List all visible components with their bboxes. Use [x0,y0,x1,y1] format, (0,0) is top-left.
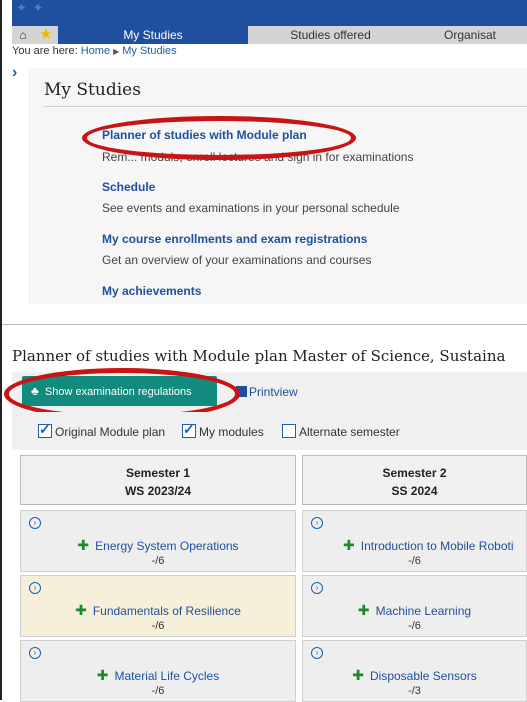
show-exam-label: Show examination regulations [44,386,192,398]
expand-circle-icon[interactable]: › [29,582,41,594]
expand-circle-icon[interactable]: › [311,517,323,529]
link-schedule[interactable]: Schedule [102,180,155,194]
tab-my-studies[interactable]: My Studies [58,26,248,44]
breadcrumb-home[interactable]: Home [81,45,110,57]
page-left-border [0,0,2,700]
module-card[interactable]: › ✚ Material Life Cycles -/6 [20,640,296,702]
title-divider [44,106,527,107]
puzzle-icon: ✚ [77,537,90,553]
module-credits: -/6 [408,555,421,567]
expand-circle-icon[interactable]: › [29,647,41,659]
tab-organisation[interactable]: Organisat [413,26,527,44]
puzzle-icon: ✚ [343,537,355,553]
breadcrumb-separator-icon: ▶ [113,47,120,56]
main-nav-tabs: ⌂ ★ My Studies Studies offered Organisat [12,26,527,44]
breadcrumb-prefix: You are here: [12,45,78,57]
module-name[interactable]: ✚ Energy System Operations [21,537,295,554]
puzzle-icon: ✚ [96,667,109,683]
breadcrumb-my-studies[interactable]: My Studies [122,45,176,57]
module-name[interactable]: ✚ Material Life Cycles [21,667,295,684]
expand-circle-icon[interactable]: › [29,517,41,529]
module-name[interactable]: ✚ Introduction to Mobile Roboti [303,537,526,554]
banner-decoration: ✦ ✦ [16,0,45,15]
hierarchy-icon: ♣ [31,384,39,398]
section-divider [2,324,527,325]
printview-label: Printview [249,385,298,399]
checkbox-box-checked[interactable] [182,421,196,438]
top-banner: ✦ ✦ [12,0,527,26]
star-icon[interactable]: ★ [34,26,58,44]
checkbox-label: Original Module plan [55,425,166,439]
link-my-achievements[interactable]: My achievements [102,284,201,298]
checkbox-label: Alternate semester [299,425,400,439]
show-examination-regulations-button[interactable]: ♣ Show examination regulations [22,376,217,406]
semester-term: SS 2024 [391,484,438,498]
tab-studies-offered[interactable]: Studies offered [248,26,413,44]
panel-title: My Studies [44,80,141,100]
desc-planner-of-studies: Rem... moduls, enroll lectures and sign … [102,150,414,164]
expand-circle-icon[interactable]: › [311,582,323,594]
planner-title: Planner of studies with Module plan Mast… [12,347,506,365]
semester-name: Semester 2 [382,466,447,480]
semester-name: Semester 1 [125,466,191,480]
module-credits: -/3 [408,685,421,697]
module-card[interactable]: › ✚ Fundamentals of Resilience -/6 [20,575,296,637]
printer-icon [236,386,247,397]
module-credits: -/6 [151,620,165,632]
module-name[interactable]: ✚ Disposable Sensors [303,667,526,684]
module-card[interactable]: › ✚ Introduction to Mobile Roboti -/6 [302,510,527,572]
link-course-enrollments[interactable]: My course enrollments and exam registrat… [102,232,367,246]
puzzle-icon: ✚ [352,667,364,683]
module-name[interactable]: ✚ Fundamentals of Resilience [21,602,295,619]
semester-header-2: Semester 2 SS 2024 [302,455,527,505]
module-credits: -/6 [151,555,165,567]
semester-header-1: Semester 1 WS 2023/24 [20,455,296,505]
checkbox-alternate-semester[interactable]: Alternate semester [282,424,400,439]
checkbox-box-checked[interactable] [38,421,52,438]
module-credits: -/6 [408,620,421,632]
puzzle-icon: ✚ [75,602,87,618]
module-name[interactable]: ✚ Machine Learning [303,602,526,619]
printview-link[interactable]: Printview [236,385,298,399]
breadcrumb: You are here: Home ▶ My Studies [12,45,177,57]
checkbox-box-unchecked[interactable] [282,424,296,438]
expand-chevron-icon[interactable]: › [12,64,17,82]
module-credits: -/6 [151,685,165,697]
checkbox-label: My modules [199,425,264,439]
expand-circle-icon[interactable]: › [311,647,323,659]
desc-schedule: See events and examinations in your pers… [102,201,400,215]
puzzle-icon: ✚ [357,602,370,618]
link-planner-of-studies[interactable]: Planner of studies with Module plan [102,128,307,142]
checkbox-original-module-plan[interactable]: Original Module plan [38,421,166,439]
semester-term: WS 2023/24 [124,484,192,498]
module-card[interactable]: › ✚ Machine Learning -/6 [302,575,527,637]
checkbox-my-modules[interactable]: My modules [182,421,264,439]
module-card[interactable]: › ✚ Disposable Sensors -/3 [302,640,527,702]
module-card[interactable]: › ✚ Energy System Operations -/6 [20,510,296,572]
home-icon[interactable]: ⌂ [12,26,34,44]
desc-course-enrollments: Get an overview of your examinations and… [102,253,372,267]
